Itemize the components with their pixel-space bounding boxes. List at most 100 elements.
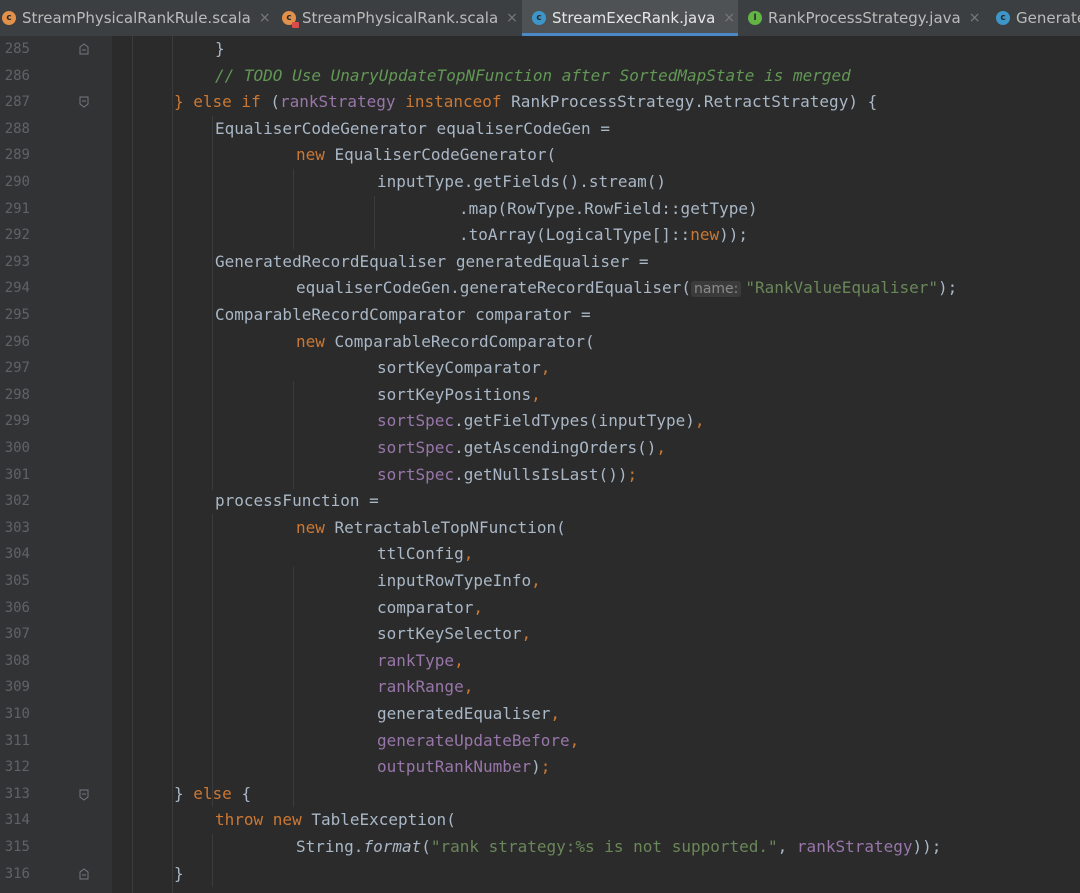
- tab-stream-physical-rank[interactable]: c StreamPhysicalRank.scala ×: [282, 0, 518, 36]
- line-number: 299: [4, 413, 30, 430]
- close-icon[interactable]: ×: [969, 10, 981, 26]
- code-line: .map(RowType.RowField::getType): [459, 198, 758, 218]
- indent-guide: [172, 36, 173, 893]
- code-line: new ComparableRecordComparator(: [296, 331, 595, 351]
- close-icon[interactable]: ×: [259, 10, 271, 26]
- line-number: 313: [4, 785, 30, 802]
- tab-stream-exec-rank[interactable]: c StreamExecRank.java ×: [522, 0, 738, 36]
- line-number: 308: [4, 652, 30, 669]
- code-editor[interactable]: 285 286 287 288 289 290 291 292 293 294 …: [0, 36, 1080, 893]
- line-number: 290: [4, 174, 30, 190]
- code-line: new RetractableTopNFunction(: [296, 517, 566, 537]
- tab-label: StreamExecRank.java: [552, 9, 716, 27]
- line-number: 287: [4, 94, 30, 111]
- line-number: 312: [4, 759, 30, 776]
- line-number: 300: [4, 440, 30, 456]
- code-line: generateUpdateBefore,: [377, 730, 580, 750]
- code-line: inputType.getFields().stream(): [377, 172, 666, 191]
- code-line: GeneratedRecordEqualiser generatedEquali…: [215, 251, 649, 271]
- line-number: 292: [4, 227, 30, 244]
- fold-start-icon[interactable]: [79, 789, 89, 801]
- fold-end-icon[interactable]: [79, 43, 89, 55]
- code-line: sortKeyPositions,: [377, 384, 541, 404]
- indent-guide: [132, 36, 133, 893]
- scala-class-locked-icon: c: [282, 11, 299, 28]
- code-line: comparator,: [377, 597, 483, 617]
- line-number: 285: [4, 41, 30, 57]
- fold-end-icon[interactable]: [79, 868, 89, 880]
- code-line: } else {: [174, 783, 252, 803]
- line-number: 306: [4, 599, 30, 616]
- indent-guide: [212, 834, 213, 887]
- line-number: 291: [4, 200, 30, 217]
- indent-guide: [293, 381, 294, 489]
- indent-guide: [212, 514, 213, 807]
- code-line: sortSpec.getFieldTypes(inputType),: [377, 411, 705, 431]
- line-number: 309: [4, 679, 30, 696]
- line-number: 295: [4, 307, 30, 323]
- java-class-icon: c: [996, 11, 1010, 25]
- indent-guide: [293, 169, 294, 249]
- code-line: }: [174, 863, 184, 883]
- line-number: 305: [4, 573, 30, 589]
- code-line: outputRankNumber);: [377, 757, 551, 777]
- code-line: .toArray(LogicalType[]::new));: [459, 225, 748, 245]
- line-number: 310: [4, 706, 30, 722]
- line-number: 293: [4, 253, 30, 270]
- line-number: 314: [4, 812, 30, 829]
- line-number: 303: [4, 519, 30, 536]
- code-line: }: [215, 39, 225, 58]
- code-line: generatedEqualiser,: [377, 704, 561, 723]
- close-icon[interactable]: ×: [723, 10, 735, 26]
- code-line: throw new TableException(: [215, 810, 456, 830]
- close-icon[interactable]: ×: [506, 10, 518, 26]
- indent-guide: [212, 116, 213, 490]
- code-line: equaliserCodeGen.generateRecordEqualiser…: [296, 278, 958, 298]
- line-number: 286: [4, 67, 30, 84]
- line-number: 296: [4, 333, 30, 350]
- code-line: rankType,: [377, 650, 464, 670]
- tab-rank-process-strategy[interactable]: I RankProcessStrategy.java ×: [748, 0, 984, 36]
- line-number: 302: [4, 493, 30, 510]
- code-line: sortKeyComparator,: [377, 358, 551, 378]
- code-line: } else if (rankStrategy instanceof RankP…: [174, 92, 878, 112]
- parameter-hint: name:: [690, 281, 742, 298]
- code-line: processFunction =: [215, 491, 379, 511]
- line-number-gutter: 285 286 287 288 289 290 291 292 293 294 …: [0, 36, 112, 893]
- tab-label: Generate: [1016, 9, 1080, 27]
- scala-class-icon: c: [2, 11, 16, 25]
- line-number: 289: [4, 147, 30, 164]
- code-line: rankRange,: [377, 677, 474, 697]
- line-number: 301: [4, 466, 30, 483]
- line-number: 307: [4, 626, 30, 643]
- tab-label: StreamPhysicalRank.scala: [302, 9, 499, 27]
- line-number: 304: [4, 546, 30, 563]
- line-number: 311: [4, 732, 30, 749]
- code-line: EqualiserCodeGenerator equaliserCodeGen …: [215, 118, 610, 138]
- line-number: 315: [4, 839, 30, 855]
- code-line: ComparableRecordComparator comparator =: [215, 305, 591, 324]
- java-class-icon: c: [532, 11, 546, 25]
- code-line: ttlConfig,: [377, 544, 474, 564]
- indent-guide: [293, 567, 294, 807]
- code-line: String.format("rank strategy:%s is not s…: [296, 837, 942, 856]
- tab-stream-physical-rank-rule[interactable]: c StreamPhysicalRankRule.scala ×: [0, 0, 271, 36]
- editor-tab-bar: c StreamPhysicalRankRule.scala × c Strea…: [0, 0, 1080, 37]
- code-line: sortSpec.getAscendingOrders(),: [377, 438, 666, 457]
- line-number: 288: [4, 120, 30, 137]
- line-number: 298: [4, 386, 30, 403]
- tab-label: RankProcessStrategy.java: [768, 9, 961, 27]
- interface-icon: I: [748, 11, 762, 25]
- code-line: sortSpec.getNullsIsLast());: [377, 464, 638, 484]
- tab-label: StreamPhysicalRankRule.scala: [22, 9, 251, 27]
- code-line: new EqualiserCodeGenerator(: [296, 145, 557, 165]
- fold-start-icon[interactable]: [79, 96, 89, 108]
- line-number: 297: [4, 360, 30, 377]
- code-line: inputRowTypeInfo,: [377, 571, 541, 590]
- indent-guide: [374, 196, 375, 249]
- tab-generate[interactable]: c Generate: [996, 0, 1080, 36]
- line-number: 294: [4, 280, 30, 297]
- code-line: // TODO Use UnaryUpdateTopNFunction afte…: [215, 65, 851, 85]
- code-line: sortKeySelector,: [377, 624, 532, 644]
- line-number: 316: [4, 865, 30, 882]
